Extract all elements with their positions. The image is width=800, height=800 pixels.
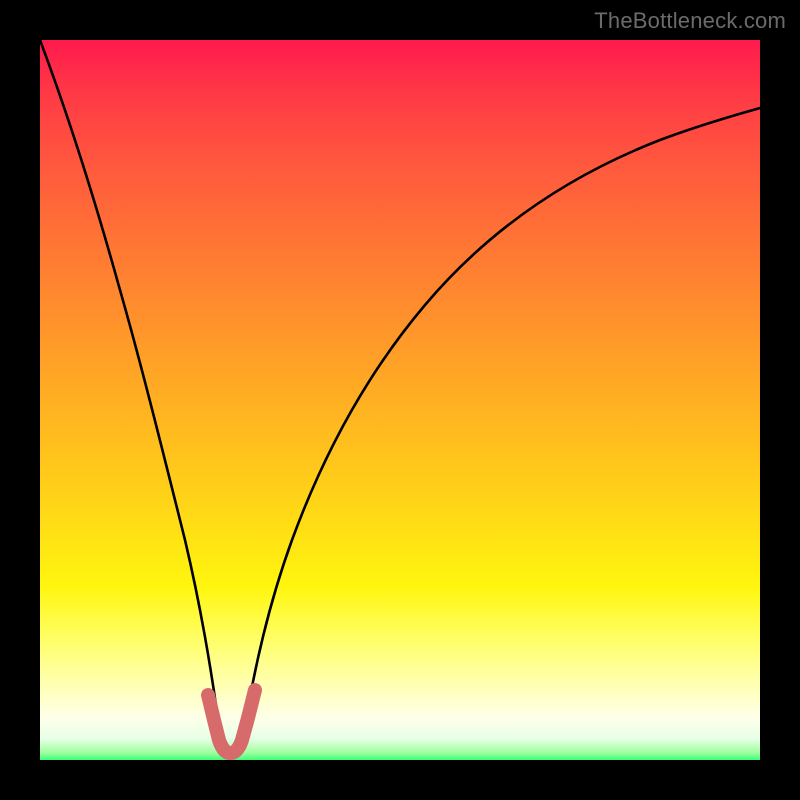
mismatch-curve bbox=[40, 40, 760, 753]
band-highlight bbox=[208, 690, 255, 753]
watermark-text: TheBottleneck.com bbox=[594, 8, 786, 34]
plot-area bbox=[40, 40, 760, 760]
chart-outer-frame: TheBottleneck.com bbox=[0, 0, 800, 800]
curve-svg bbox=[40, 40, 760, 760]
